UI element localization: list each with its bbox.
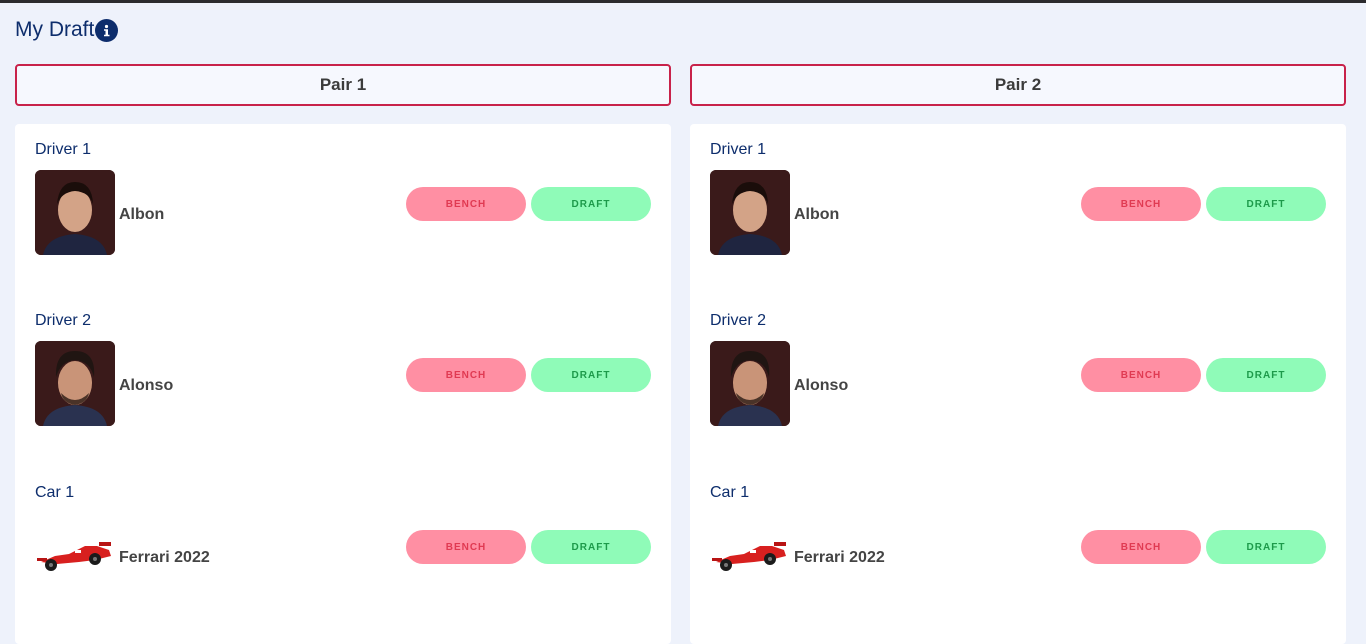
car-name: Ferrari 2022 (794, 549, 885, 566)
pair-2-column: Driver 1 Albon BENCH DRAFT Driver 2 Alon… (690, 124, 1346, 644)
top-bar (0, 0, 1366, 3)
pair-2-header[interactable]: Pair 2 (690, 64, 1346, 106)
draft-button[interactable]: DRAFT (1206, 187, 1326, 221)
bench-button[interactable]: BENCH (1081, 358, 1201, 392)
driver-avatar (710, 341, 790, 426)
bench-button[interactable]: BENCH (406, 530, 526, 564)
car-image (37, 542, 111, 571)
slot-title: Driver 2 (35, 312, 92, 329)
slot-title: Car 1 (35, 484, 75, 501)
pair-1-header[interactable]: Pair 1 (15, 64, 671, 106)
slot-title: Driver 1 (35, 141, 92, 158)
draft-button[interactable]: DRAFT (1206, 530, 1326, 564)
slot-title: Car 1 (710, 484, 750, 501)
driver-avatar (35, 170, 115, 255)
slot-title: Driver 2 (710, 312, 767, 329)
pair-label: Pair 2 (994, 75, 1042, 94)
pair-label: Pair 1 (319, 75, 367, 94)
driver-name: Albon (794, 206, 840, 223)
driver-avatar (710, 170, 790, 255)
driver-name: Albon (119, 206, 165, 223)
draft-button[interactable]: DRAFT (531, 358, 651, 392)
driver-avatar (35, 341, 115, 426)
car-name: Ferrari 2022 (119, 549, 210, 566)
bench-button[interactable]: BENCH (406, 358, 526, 392)
pair-1-column: Driver 1 Albon BENCH DRAFT Driver 2 Alon… (15, 124, 671, 644)
draft-button[interactable]: DRAFT (531, 187, 651, 221)
slot-title: Driver 1 (710, 141, 767, 158)
page-title: My Draft (15, 18, 95, 41)
car-image (712, 542, 786, 571)
bench-button[interactable]: BENCH (1081, 530, 1201, 564)
draft-button[interactable]: DRAFT (531, 530, 651, 564)
draft-button[interactable]: DRAFT (1206, 358, 1326, 392)
page-header: My Draft (15, 18, 119, 42)
info-icon[interactable] (95, 18, 119, 42)
bench-button[interactable]: BENCH (406, 187, 526, 221)
driver-name: Alonso (794, 377, 849, 394)
bench-button[interactable]: BENCH (1081, 187, 1201, 221)
driver-name: Alonso (119, 377, 174, 394)
